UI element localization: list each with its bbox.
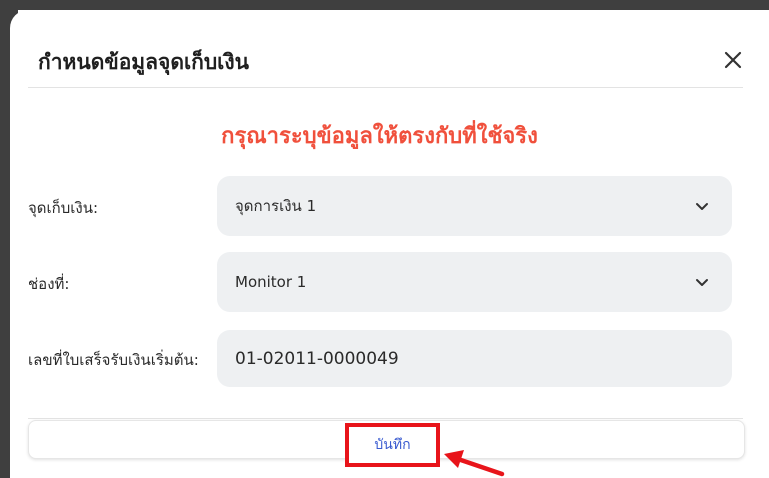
chevron-down-icon	[690, 270, 714, 294]
receipt-start-input[interactable]	[235, 348, 714, 369]
channel-label: ช่องที่:	[28, 275, 70, 293]
footer-divider	[28, 418, 743, 419]
channel-select[interactable]: Monitor 1	[217, 252, 732, 312]
receipt-start-label: เลขที่ใบเสร็จรับเงินเริ่มต้น:	[28, 351, 199, 369]
close-button[interactable]	[713, 40, 753, 80]
cash-point-label: จุดเก็บเงิน:	[28, 199, 99, 217]
receipt-start-field	[217, 330, 732, 387]
cash-point-dialog: กำหนดข้อมูลจุดเก็บเงิน	[10, 10, 769, 478]
dialog-title: กำหนดข้อมูลจุดเก็บเงิน	[38, 50, 249, 74]
save-button[interactable]: บันทึก	[345, 423, 440, 467]
cash-point-value: จุดการเงิน 1	[235, 197, 317, 215]
pointer-arrow	[444, 450, 505, 477]
channel-value: Monitor 1	[235, 273, 307, 291]
close-icon	[724, 51, 742, 69]
header-divider	[28, 87, 743, 88]
dialog-header: กำหนดข้อมูลจุดเก็บเงิน	[38, 40, 753, 88]
chevron-down-icon	[690, 194, 714, 218]
backdrop	[0, 0, 769, 10]
cash-point-select[interactable]: จุดการเงิน 1	[217, 176, 732, 236]
warning-message: กรุณาระบุข้อมูลให้ตรงกับที่ใช้จริง	[221, 124, 538, 149]
